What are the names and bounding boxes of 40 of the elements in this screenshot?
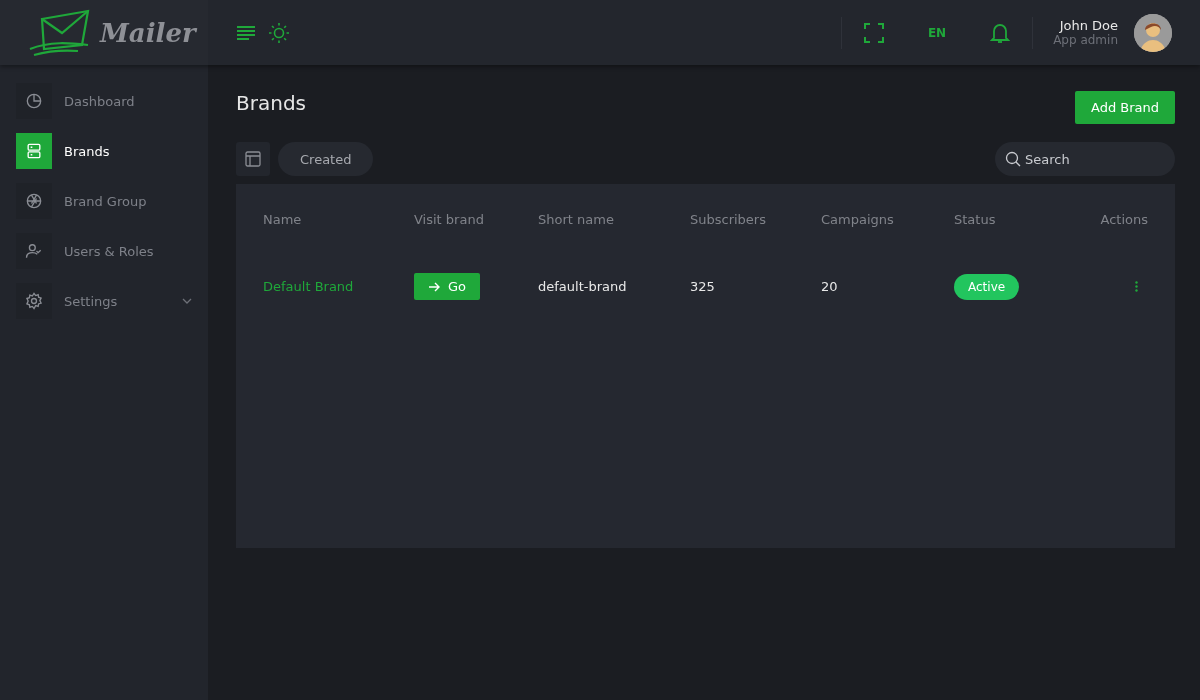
column-header: Subscribers <box>690 212 767 229</box>
campaigns-cell-text: 20 <box>821 279 839 294</box>
filter-chip[interactable]: Created <box>278 142 374 176</box>
sidebar-item[interactable]: Settings <box>16 283 192 319</box>
kebab-icon <box>1135 281 1138 292</box>
column-header: Short name <box>538 212 615 229</box>
user-name: John Doe <box>1059 18 1118 33</box>
language-button[interactable]: EN <box>905 25 969 40</box>
logo-text: Mailer <box>100 17 196 48</box>
user-check-icon <box>24 241 44 261</box>
pie-chart-icon <box>24 91 44 111</box>
search-field[interactable]: Search <box>995 142 1175 176</box>
chevron-icon <box>182 298 192 304</box>
column-header: Visit brand <box>414 212 485 229</box>
fullscreen-icon <box>863 22 884 43</box>
bell-icon <box>990 21 1011 44</box>
column-header: Status <box>954 212 997 229</box>
sidebar-item[interactable]: Brand Group <box>16 183 192 219</box>
go-button[interactable]: Go <box>414 273 481 300</box>
short-name-cell-text: default-brand <box>538 279 628 294</box>
page-title: Brands <box>236 91 306 115</box>
column-header: Campaigns <box>821 212 895 229</box>
add-brand-button[interactable]: Add Brand <box>1074 91 1175 124</box>
column-header: Name <box>263 212 303 229</box>
sun-icon[interactable] <box>268 21 290 44</box>
sidebar-item[interactable]: Dashboard <box>16 83 192 119</box>
status-badge: Active <box>954 273 1020 300</box>
brand-name-link[interactable]: Default Brand <box>263 279 354 294</box>
subscribers-cell-text: 325 <box>690 279 716 294</box>
column-header: Actions <box>1100 212 1148 229</box>
layout-icon <box>245 151 261 167</box>
menu-icon[interactable] <box>236 24 256 41</box>
avatar-icon[interactable] <box>1134 13 1172 52</box>
sidebar-item[interactable]: Users & Roles <box>16 233 192 269</box>
sidebar-item[interactable]: Brands <box>16 133 192 169</box>
user-role: App admin <box>1053 33 1118 47</box>
aperture-icon <box>24 191 44 211</box>
gear-icon <box>24 291 44 311</box>
layout-button[interactable] <box>236 142 270 176</box>
arrow-right-icon <box>428 281 440 292</box>
